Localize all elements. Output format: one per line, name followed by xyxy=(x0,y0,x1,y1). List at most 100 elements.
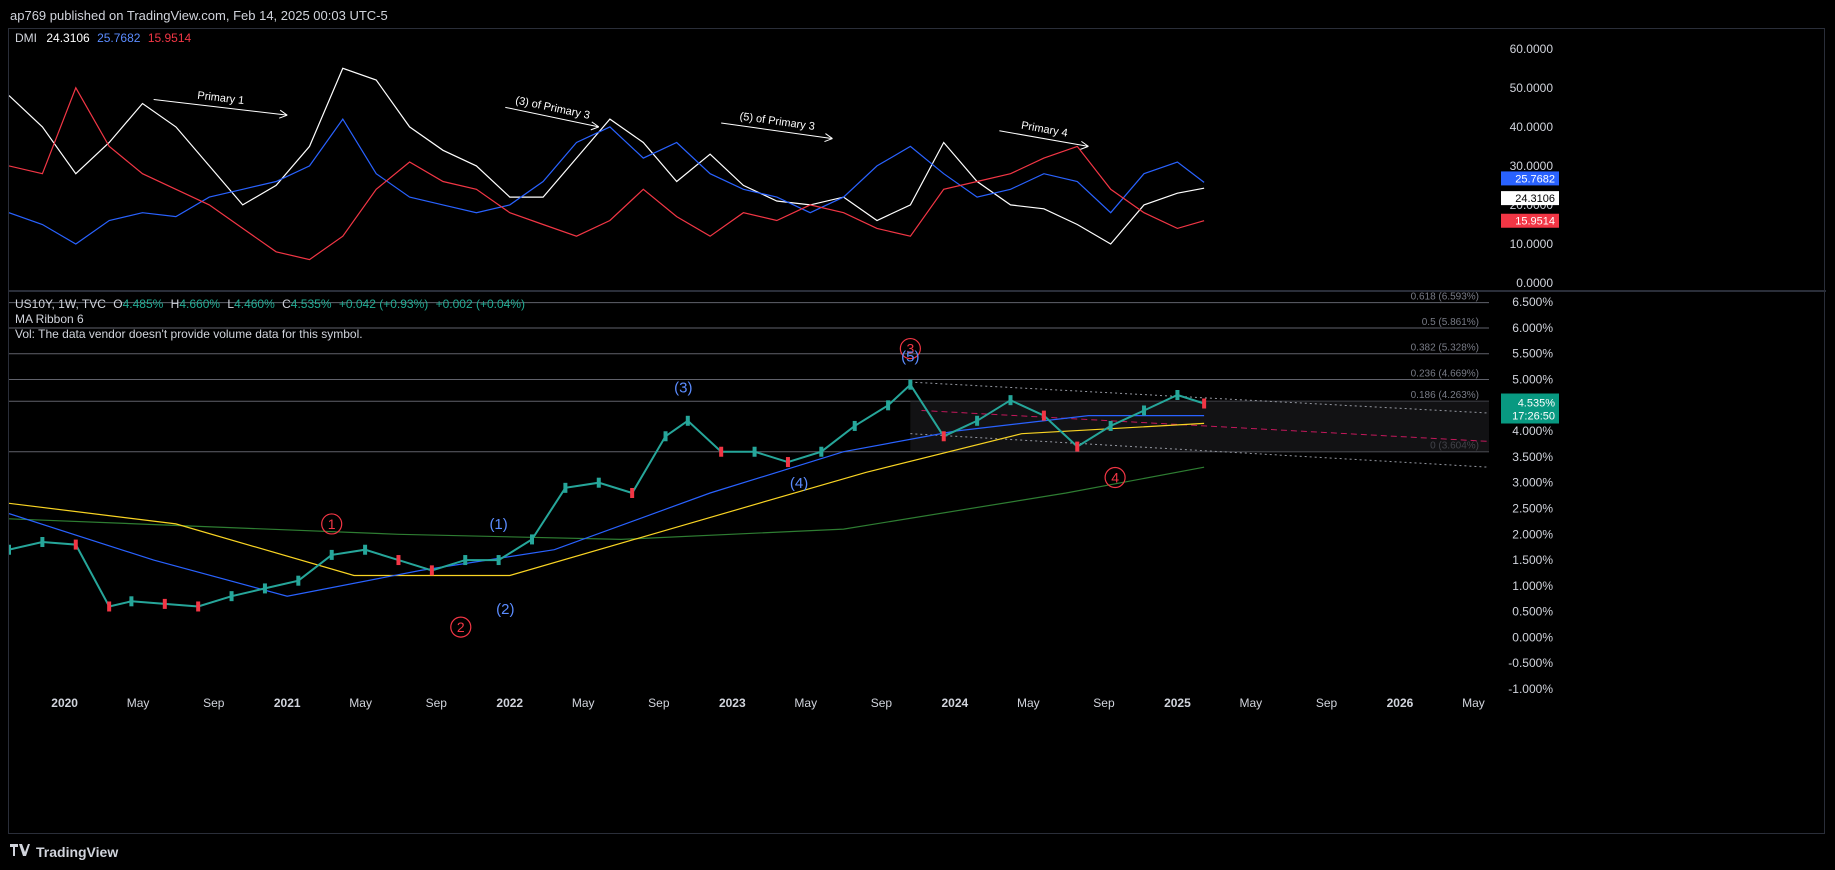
dmi-label: DMI xyxy=(15,31,37,45)
dmi-legend: DMI 24.3106 25.7682 15.9514 xyxy=(15,31,191,45)
chart-canvas[interactable]: 60.000050.000040.000030.000020.000010.00… xyxy=(9,29,1826,835)
change-value-2: +0.002 (+0.04%) xyxy=(435,297,525,311)
x-axis-tick: 2020 xyxy=(51,696,78,710)
symbol-label[interactable]: US10Y, 1W, TVC xyxy=(15,297,106,311)
x-axis-tick: May xyxy=(1017,696,1040,710)
fib-level-label: 0.5 (5.861%) xyxy=(1422,317,1479,328)
price-candle xyxy=(1041,410,1046,421)
price-axis-tick: 0.000% xyxy=(1512,630,1553,644)
x-axis-tick: May xyxy=(1462,696,1485,710)
price-candle xyxy=(1175,390,1180,400)
open-label: O xyxy=(113,297,123,311)
wave-label-blue: (5) xyxy=(901,348,919,365)
countdown-text: 17:26:50 xyxy=(1512,411,1555,423)
x-axis-tick: 2022 xyxy=(496,696,523,710)
wave-label-blue: (2) xyxy=(496,601,514,618)
price-candle xyxy=(107,601,112,612)
chart-frame[interactable]: 60.000050.000040.000030.000020.000010.00… xyxy=(8,28,1826,835)
price-candle xyxy=(9,544,11,555)
price-candle xyxy=(1008,395,1013,406)
price-candle xyxy=(1202,398,1207,409)
price-candle xyxy=(1075,441,1080,452)
price-candle xyxy=(229,591,234,602)
high-value: 4.660% xyxy=(179,297,221,311)
price-candle xyxy=(429,565,434,576)
x-axis-tick: Sep xyxy=(648,696,670,710)
dmi-minus-value: 15.9514 xyxy=(147,31,192,45)
price-candle xyxy=(886,400,891,411)
price-candle xyxy=(785,457,790,468)
dmi-axis-tick: 30.0000 xyxy=(1510,159,1554,173)
dmi-axis-tick: 10.0000 xyxy=(1510,237,1554,251)
price-candle xyxy=(530,534,535,545)
price-axis-tick: 3.500% xyxy=(1512,450,1553,464)
price-candle xyxy=(630,488,635,498)
price-axis-tick: 3.000% xyxy=(1512,476,1553,490)
low-value: 4.460% xyxy=(234,297,275,311)
fib-level-label: 0.618 (6.593%) xyxy=(1411,292,1479,303)
price-axis-tick: -1.000% xyxy=(1508,682,1553,696)
price-candle xyxy=(685,415,690,426)
price-candle xyxy=(496,555,501,566)
price-axis-tick: 2.500% xyxy=(1512,501,1553,515)
price-axis-tick: -0.500% xyxy=(1508,656,1553,670)
annotation-label: Primary 1 xyxy=(197,90,245,107)
price-candle xyxy=(73,539,78,550)
dmi-axis-tick: 40.0000 xyxy=(1510,120,1554,134)
price-axis-tick: 5.000% xyxy=(1512,373,1553,387)
dmi-series-line xyxy=(9,67,1205,245)
price-candle xyxy=(296,575,301,586)
x-axis-tick: Sep xyxy=(1316,696,1338,710)
price-legend: US10Y, 1W, TVC O4.485% H4.660% L4.460% C… xyxy=(15,297,525,342)
x-axis-tick: Sep xyxy=(1093,696,1115,710)
price-candle xyxy=(129,596,134,607)
dmi-value-badge-text: 15.9514 xyxy=(1515,216,1555,228)
price-candle xyxy=(752,446,757,457)
price-candle xyxy=(196,601,201,612)
x-axis-tick: 2025 xyxy=(1164,696,1191,710)
last-price-text: 4.535% xyxy=(1518,398,1556,410)
price-candle xyxy=(663,431,668,442)
x-axis-tick: May xyxy=(349,696,372,710)
ma-ribbon-label[interactable]: MA Ribbon 6 xyxy=(15,312,525,327)
price-axis-tick: 1.000% xyxy=(1512,579,1553,593)
price-candle xyxy=(819,446,824,457)
x-axis-tick: Sep xyxy=(203,696,225,710)
wave-label-red: 1 xyxy=(328,516,336,532)
tradingview-logo-icon xyxy=(10,844,30,858)
price-candle xyxy=(40,537,45,547)
ma-line-green xyxy=(9,466,1205,541)
price-candle xyxy=(262,583,267,594)
price-candle xyxy=(463,555,468,566)
footer-brand-text: TradingView xyxy=(36,844,119,860)
x-axis-tick: Sep xyxy=(871,696,893,710)
x-axis-tick: 2026 xyxy=(1387,696,1414,710)
fib-level-label: 0.382 (5.328%) xyxy=(1411,343,1479,354)
price-axis-tick: 1.500% xyxy=(1512,553,1553,567)
dmi-value-badge-text: 24.3106 xyxy=(1515,193,1555,205)
price-axis-tick: 6.000% xyxy=(1512,321,1553,335)
price-candle xyxy=(363,544,368,555)
price-candle xyxy=(1108,420,1113,431)
dmi-axis-tick: 50.0000 xyxy=(1510,81,1554,95)
price-candle xyxy=(975,415,980,426)
dmi-value-badge-text: 25.7682 xyxy=(1515,173,1555,185)
fib-level-label: 0.186 (4.263%) xyxy=(1411,390,1479,401)
volume-note: Vol: The data vendor doesn't provide vol… xyxy=(15,327,363,341)
x-axis-tick: 2024 xyxy=(942,696,969,710)
wave-label-red: 4 xyxy=(1111,470,1119,486)
price-axis-tick: 2.000% xyxy=(1512,527,1553,541)
price-candle xyxy=(941,431,946,442)
price-candle xyxy=(1142,405,1147,416)
wave-label-blue: (4) xyxy=(790,475,808,492)
price-candle xyxy=(908,379,913,390)
annotation-label: (5) of Primary 3 xyxy=(739,111,816,133)
annotation-label: Primary 4 xyxy=(1020,120,1068,140)
open-value: 4.485% xyxy=(122,297,164,311)
price-candle xyxy=(596,477,601,488)
x-axis-tick: 2023 xyxy=(719,696,746,710)
x-axis-tick: 2021 xyxy=(274,696,301,710)
dmi-series-line xyxy=(9,86,1205,261)
x-axis-tick: May xyxy=(572,696,595,710)
wave-label-blue: (1) xyxy=(489,516,507,533)
